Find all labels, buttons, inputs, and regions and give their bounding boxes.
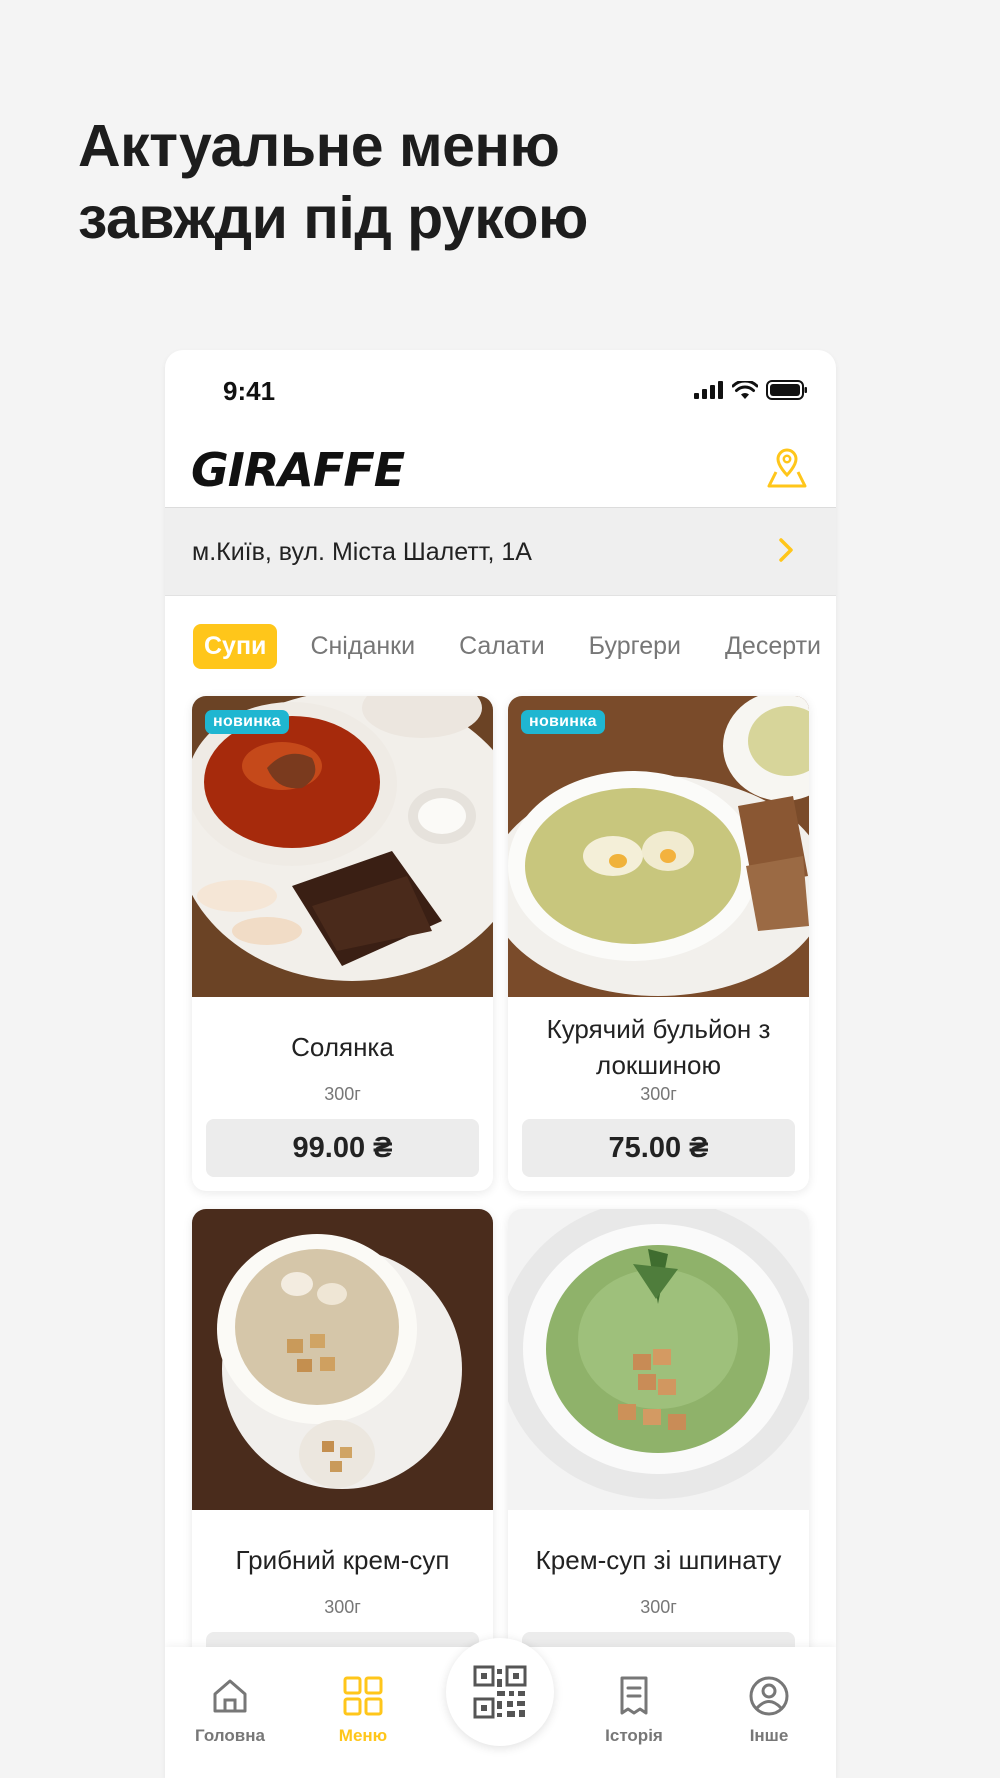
mushroom-soup-photo xyxy=(192,1209,493,1510)
headline-line-2: завжди під рукою xyxy=(78,185,588,251)
wifi-icon xyxy=(732,380,758,399)
bottom-navigation: Головна Меню Історія Інше xyxy=(165,1638,836,1778)
nav-other-label: Інше xyxy=(749,1726,789,1745)
grid-menu-icon xyxy=(343,1676,383,1716)
location-map-icon[interactable] xyxy=(764,446,810,490)
nav-home-label: Головна xyxy=(195,1726,265,1745)
new-badge: новинка xyxy=(521,710,605,734)
nav-history[interactable]: Історія xyxy=(579,1675,689,1746)
tab-burgers[interactable]: Бургери xyxy=(578,624,692,669)
app-bar: GIRAFFE xyxy=(165,430,836,508)
price-button[interactable]: 99.00 ₴ xyxy=(206,1119,479,1177)
new-badge: новинка xyxy=(205,710,289,734)
menu-card-chicken-broth[interactable]: новинка Курячий бульйон з локшиною 300г … xyxy=(508,696,809,1191)
item-name: Крем-суп зі шпинату xyxy=(535,1545,782,1575)
nav-other[interactable]: Інше xyxy=(714,1675,824,1746)
tab-salads[interactable]: Салати xyxy=(448,624,556,669)
home-icon xyxy=(213,1679,247,1713)
menu-card-mushroom-soup[interactable]: Грибний крем-суп 300г xyxy=(192,1209,493,1704)
solyanka-photo: новинка xyxy=(192,696,493,997)
giraffe-logo: GIRAFFE xyxy=(191,444,406,494)
menu-card-spinach-soup[interactable]: Крем-суп зі шпинату 300г xyxy=(508,1209,809,1704)
status-time: 9:41 xyxy=(223,376,276,406)
qr-code-icon xyxy=(473,1665,527,1719)
address-selector[interactable]: м.Київ, вул. Міста Шалетт, 1А xyxy=(165,508,836,596)
item-name: Солянка xyxy=(291,1032,394,1062)
signal-icon xyxy=(694,381,723,399)
tab-soups[interactable]: Супи xyxy=(193,624,278,669)
address-text: м.Київ, вул. Міста Шалетт, 1А xyxy=(192,538,532,566)
price-button[interactable]: 75.00 ₴ xyxy=(522,1119,795,1177)
item-weight: 300г xyxy=(640,1597,677,1617)
spinach-soup-photo xyxy=(508,1209,809,1510)
promo-headline: Актуальне меню завжди під рукою xyxy=(78,110,588,254)
receipt-icon xyxy=(620,1676,648,1715)
chevron-right-icon xyxy=(779,538,793,562)
item-name: Грибний крем-суп xyxy=(235,1545,450,1575)
battery-icon xyxy=(766,380,807,400)
item-name: Курячий бульйон з локшиною xyxy=(546,1014,771,1080)
status-bar: 9:41 xyxy=(165,350,836,430)
chicken-broth-photo: новинка xyxy=(508,696,809,997)
profile-icon xyxy=(749,1676,789,1716)
tab-desserts[interactable]: Десерти xyxy=(714,624,832,669)
item-weight: 300г xyxy=(640,1084,677,1104)
category-tabs: Супи Сніданки Салати Бургери Десерти xyxy=(193,624,836,674)
item-weight: 300г xyxy=(324,1597,361,1617)
menu-card-solyanka[interactable]: новинка Солянка 300г 99.00 ₴ xyxy=(192,696,493,1191)
logo-text: GIRAFFE xyxy=(191,444,405,494)
tab-breakfasts[interactable]: Сніданки xyxy=(299,624,426,669)
qr-scan-button[interactable] xyxy=(446,1638,554,1746)
item-weight: 300г xyxy=(324,1084,361,1104)
nav-menu[interactable]: Меню xyxy=(308,1675,418,1746)
status-icons xyxy=(694,380,808,400)
nav-menu-label: Меню xyxy=(338,1726,388,1745)
nav-home[interactable]: Головна xyxy=(175,1675,285,1746)
phone-screen: 9:41 GIRAFFE м.Київ, вул. Міста Шалетт, … xyxy=(165,350,836,1778)
nav-history-label: Історія xyxy=(605,1726,663,1745)
headline-line-1: Актуальне меню xyxy=(78,113,560,179)
